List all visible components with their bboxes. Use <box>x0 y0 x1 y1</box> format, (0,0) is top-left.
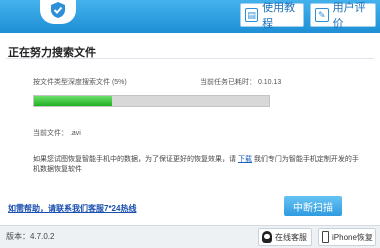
notice-text-1: 如果您试图恢复智能手机中的数据，为了保证更好的恢复效果，请 <box>33 156 236 163</box>
download-link[interactable]: 下载 <box>238 156 252 163</box>
title-divider <box>6 58 374 59</box>
shield-logo-icon <box>51 2 65 18</box>
user-review-button-label: 用户评价 <box>332 2 366 30</box>
online-service-button[interactable]: 在线客服 <box>258 228 312 246</box>
interrupt-scan-button[interactable]: 中断扫描 <box>284 196 342 216</box>
help-contact-link[interactable]: 如需帮助，请联系我们客服7*24热线 <box>8 203 136 214</box>
scan-progress-fill <box>34 96 112 106</box>
iphone-recovery-label: iPhone恢复 <box>332 232 373 242</box>
user-review-button[interactable]: ✎ 用户评价 <box>310 2 376 30</box>
smartphone-notice: 如果您试图恢复智能手机中的数据，为了保证更好的恢复效果，请 下载 我们专门为智能… <box>33 155 365 175</box>
header-bar: ▤ 使用教程 ✎ 用户评价 <box>0 0 380 33</box>
iphone-recovery-button[interactable]: iPhone恢复 <box>318 228 376 246</box>
elapsed-time-text: 当前任务已耗时： 0.10.13 <box>200 79 282 86</box>
book-icon: ▤ <box>245 8 259 22</box>
scan-status-text: 按文件类型深度搜索文件 (5%) <box>33 79 127 86</box>
tutorial-button[interactable]: ▤ 使用教程 <box>240 2 304 30</box>
scan-progress-bar <box>33 95 270 107</box>
phone-icon <box>322 231 329 243</box>
comment-icon: ✎ <box>315 8 329 22</box>
version-text: 版本：4.7.0.2 <box>6 232 55 241</box>
qq-icon <box>262 231 272 243</box>
current-file-text: 当前文件： .avi <box>33 130 81 137</box>
online-service-label: 在线客服 <box>275 232 307 242</box>
tutorial-button-label: 使用教程 <box>262 2 296 30</box>
app-logo <box>40 0 76 24</box>
